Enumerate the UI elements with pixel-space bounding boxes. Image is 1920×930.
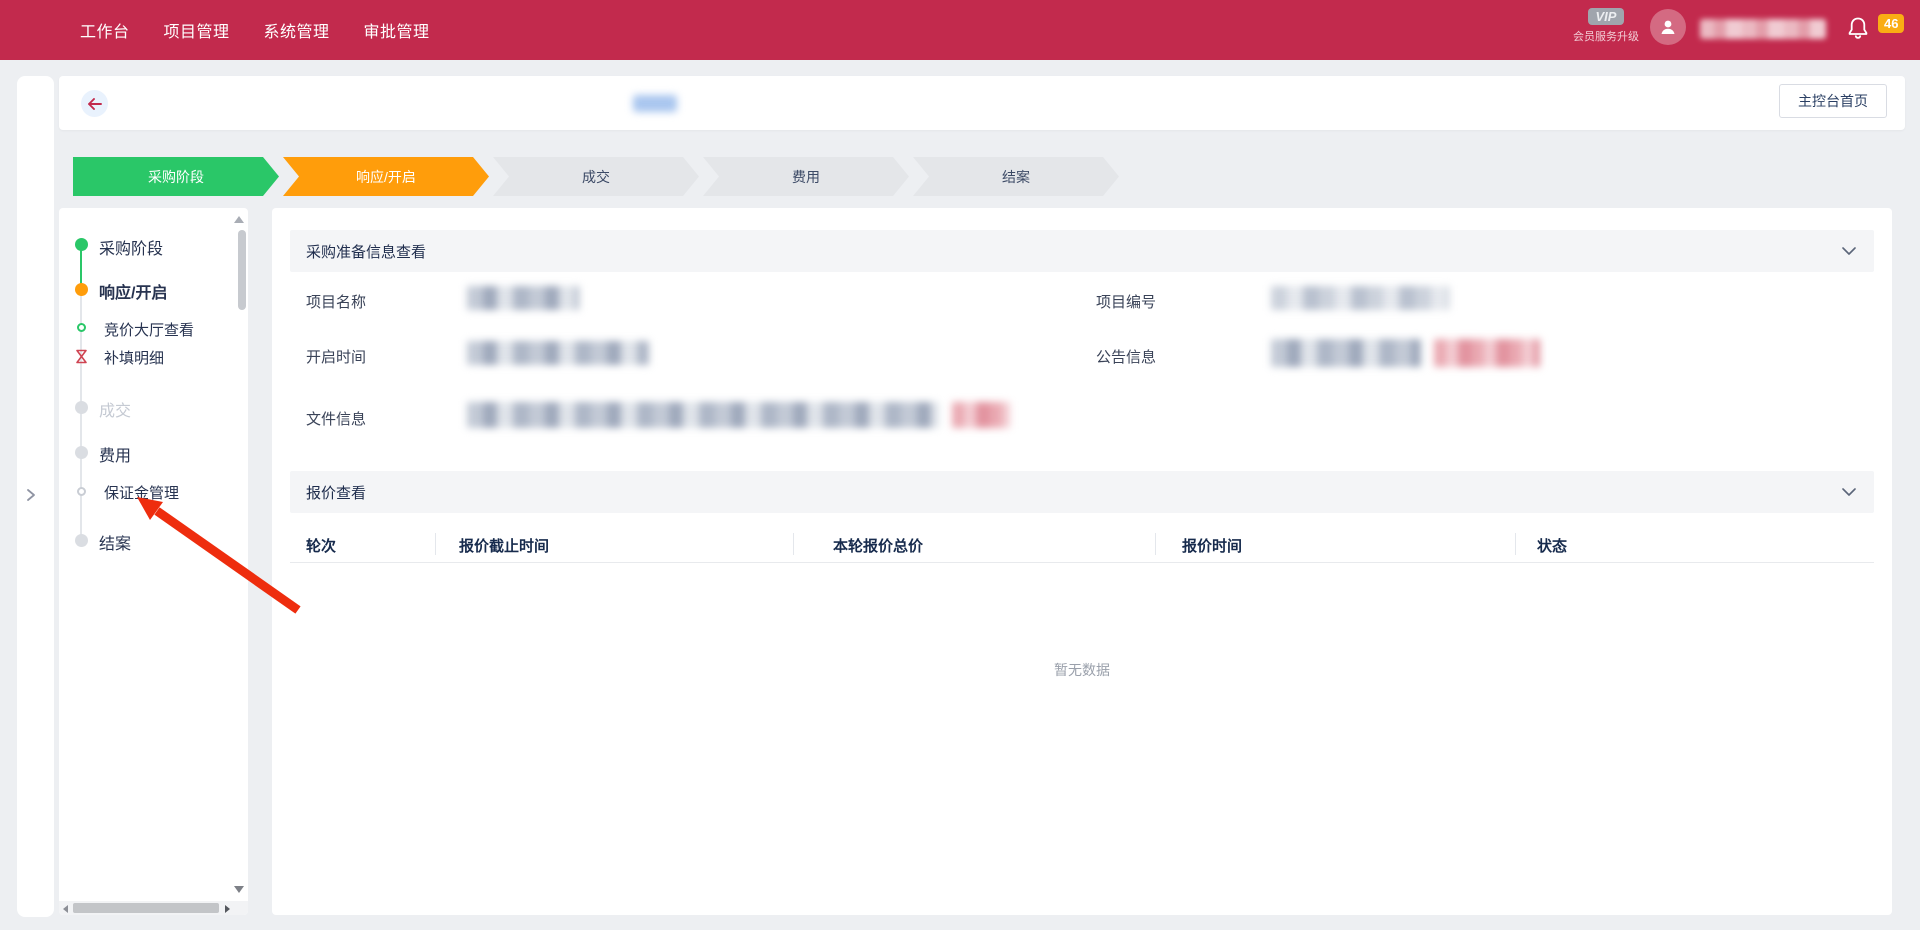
vertical-scrollbar-thumb[interactable] [238, 230, 246, 310]
console-home-button[interactable]: 主控台首页 [1779, 84, 1887, 118]
column-divider [435, 533, 436, 555]
sidebar-item-bidding-hall[interactable]: 竞价大厅查看 [104, 319, 194, 340]
sidebar-item-response-open[interactable]: 响应/开启 [99, 279, 167, 303]
dot-pending2-icon [75, 534, 88, 547]
horizontal-scrollbar[interactable] [59, 901, 248, 915]
link-files-redacted[interactable] [952, 402, 1010, 428]
stage-step-procurement[interactable]: 采购阶段 [73, 157, 279, 196]
value-announcement-redacted [1271, 339, 1421, 367]
section-prep-title: 采购准备信息查看 [306, 241, 426, 262]
field-label-announcement: 公告信息 [1096, 346, 1156, 367]
person-icon [1658, 17, 1678, 37]
avatar[interactable] [1650, 9, 1686, 45]
ring-active-icon [77, 323, 86, 332]
col-header-deadline: 报价截止时间 [459, 535, 549, 556]
dot-disabled-icon [75, 401, 88, 414]
sidebar-item-fees[interactable]: 费用 [99, 442, 131, 466]
dot-active-icon [75, 283, 88, 296]
stage-step-response-open[interactable]: 响应/开启 [283, 157, 489, 196]
col-header-quote-time: 报价时间 [1182, 535, 1242, 556]
scroll-right-icon[interactable] [225, 905, 230, 913]
vip-icon: VIP [1588, 8, 1625, 25]
stage-step-closure[interactable]: 结案 [913, 157, 1119, 196]
vip-caption: 会员服务升级 [1566, 28, 1646, 44]
stage-progress-bar: 采购阶段 响应/开启 成交 费用 结案 [73, 157, 1123, 196]
section-quote-title: 报价查看 [306, 482, 366, 503]
sidebar-item-supplement-detail[interactable]: 补填明细 [104, 347, 164, 368]
column-divider [793, 533, 794, 555]
field-label-project-name: 项目名称 [306, 291, 366, 312]
section-quote-header[interactable]: 报价查看 [290, 471, 1874, 513]
chevron-down-icon[interactable] [1842, 485, 1856, 499]
col-header-round: 轮次 [306, 535, 336, 556]
sidebar-item-closure[interactable]: 结案 [99, 530, 131, 554]
nav-item-project-mgmt[interactable]: 项目管理 [164, 18, 230, 42]
field-label-project-code: 项目编号 [1096, 291, 1156, 312]
collapsed-side-panel [17, 76, 54, 917]
field-label-open-time: 开启时间 [306, 346, 366, 367]
col-header-total-price: 本轮报价总价 [833, 535, 923, 556]
table-header-border [290, 562, 1874, 563]
nav-menu: 工作台 项目管理 系统管理 审批管理 [0, 18, 430, 42]
arrow-left-icon [87, 98, 102, 110]
sidebar-item-procurement[interactable]: 采购阶段 [99, 235, 163, 259]
nav-item-workbench[interactable]: 工作台 [80, 18, 130, 42]
col-header-status: 状态 [1537, 535, 1567, 556]
horizontal-scrollbar-thumb[interactable] [73, 903, 219, 913]
empty-state-text: 暂无数据 [272, 660, 1892, 680]
column-divider [1155, 533, 1156, 555]
username-redacted[interactable] [1700, 19, 1826, 39]
sidebar-item-deal[interactable]: 成交 [99, 397, 131, 421]
value-files-redacted [467, 402, 939, 428]
nav-item-approval-mgmt[interactable]: 审批管理 [364, 18, 430, 42]
page-header: 主控台首页 [59, 76, 1905, 130]
column-divider [1515, 533, 1516, 555]
back-button[interactable] [81, 90, 108, 117]
stage-step-deal[interactable]: 成交 [493, 157, 699, 196]
scroll-left-icon[interactable] [63, 905, 68, 913]
sidebar-item-deposit-mgmt[interactable]: 保证金管理 [104, 482, 179, 503]
link-announcement-redacted[interactable] [1434, 339, 1540, 367]
hourglass-icon [75, 349, 88, 364]
main-content: 采购准备信息查看 项目名称 项目编号 开启时间 公告信息 文件信息 报价查看 轮… [272, 208, 1892, 915]
value-project-code-redacted [1271, 286, 1449, 310]
dot-pending-icon [75, 446, 88, 459]
notification-count-badge[interactable]: 46 [1878, 14, 1904, 33]
top-nav: 工作台 项目管理 系统管理 审批管理 VIP 会员服务升级 46 [0, 0, 1920, 60]
chevron-down-icon[interactable] [1842, 244, 1856, 258]
nav-item-system-mgmt[interactable]: 系统管理 [264, 18, 330, 42]
scroll-down-icon[interactable] [234, 886, 244, 893]
stage-sidebar: 采购阶段 响应/开启 竞价大厅查看 补填明细 成交 费用 保证金管理 结案 [59, 208, 248, 915]
status-chip-redacted [633, 95, 677, 112]
scroll-up-icon[interactable] [234, 216, 244, 223]
dot-done-icon [75, 238, 88, 251]
nav-right-cluster: VIP 会员服务升级 46 [1500, 0, 1920, 60]
notification-bell-icon[interactable] [1846, 16, 1870, 42]
project-title-redacted [121, 93, 575, 114]
vip-upgrade[interactable]: VIP 会员服务升级 [1566, 8, 1646, 44]
stage-step-fees[interactable]: 费用 [703, 157, 909, 196]
ring-pending-icon [77, 487, 86, 496]
section-prep-header[interactable]: 采购准备信息查看 [290, 230, 1874, 272]
field-label-files: 文件信息 [306, 408, 366, 429]
expand-panel-icon[interactable] [25, 488, 37, 502]
value-open-time-redacted [467, 341, 649, 365]
value-project-name-redacted [467, 286, 579, 310]
